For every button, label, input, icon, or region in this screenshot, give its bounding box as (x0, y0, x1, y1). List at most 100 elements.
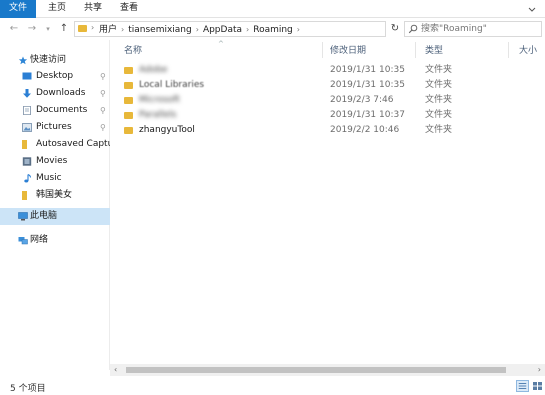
search-placeholder: 搜索"Roaming" (421, 24, 487, 34)
file-date: 2019/2/2 10:46 (330, 125, 400, 135)
refresh-button[interactable]: ↻ (388, 21, 402, 37)
navigation-pane: 快速访问 Desktop ⚲ Downloads ⚲ Documents ⚲ P… (0, 40, 110, 370)
file-type: 文件夹 (425, 80, 453, 90)
column-divider[interactable] (322, 42, 323, 58)
folder-icon (124, 127, 133, 134)
chevron-right-icon[interactable]: › (297, 25, 300, 34)
folder-icon (78, 25, 87, 32)
details-view-icon[interactable] (516, 380, 529, 392)
nav-item-music[interactable]: Music (0, 170, 110, 187)
nav-item-autosaved-captures[interactable]: Autosaved Captures (0, 136, 110, 153)
nav-item-label: Movies (36, 156, 68, 166)
large-icons-view-icon[interactable] (531, 380, 544, 392)
column-size[interactable]: 大小 (519, 43, 537, 56)
nav-item-label: Pictures (36, 122, 72, 132)
file-date: 2019/2/3 7:46 (330, 95, 394, 105)
list-item[interactable]: Microsoft 2019/2/3 7:46 文件夹 (110, 93, 545, 108)
file-type: 文件夹 (425, 95, 453, 105)
nav-this-pc-label: 此电脑 (30, 211, 58, 221)
column-divider[interactable] (415, 42, 416, 58)
pictures-icon (22, 123, 32, 132)
column-divider[interactable] (508, 42, 509, 58)
address-bar[interactable]: › 用户›tiansemixiang›AppData›Roaming› ▾ (74, 21, 451, 37)
sort-up-icon: ^ (218, 40, 224, 48)
tab-view[interactable]: 查看 (116, 0, 142, 18)
chevron-right-icon[interactable]: › (196, 25, 199, 34)
column-type[interactable]: 类型 (425, 43, 443, 56)
search-input[interactable]: 搜索"Roaming" (404, 21, 542, 37)
nav-network[interactable]: 网络 (0, 232, 110, 249)
file-date: 2019/1/31 10:37 (330, 110, 405, 120)
breadcrumb-roaming[interactable]: Roaming (253, 25, 293, 35)
nav-this-pc[interactable]: 此电脑 (0, 208, 110, 225)
scrollbar-thumb[interactable] (126, 367, 506, 373)
folder-icon (124, 82, 133, 89)
file-name: Adobe (139, 65, 168, 75)
desktop-icon (22, 72, 32, 80)
column-date[interactable]: 修改日期 (330, 43, 366, 56)
list-item[interactable]: zhangyuTool 2019/2/2 10:46 文件夹 (110, 123, 545, 138)
scroll-left-icon[interactable]: ‹ (114, 365, 117, 374)
column-header: ^ 名称 修改日期 类型 大小 (110, 40, 545, 60)
nav-item-downloads[interactable]: Downloads ⚲ (0, 85, 110, 102)
pin-icon[interactable]: ⚲ (100, 85, 106, 102)
breadcrumb-user[interactable]: tiansemixiang (128, 25, 192, 35)
file-name: Parallels (139, 110, 177, 120)
column-name[interactable]: 名称 (124, 43, 142, 56)
network-icon (18, 237, 28, 245)
breadcrumb: 用户 › tiansemixiang › AppData › Roaming › (99, 23, 304, 37)
tab-share[interactable]: 共享 (80, 0, 106, 18)
tab-file[interactable]: 文件 (0, 0, 36, 18)
documents-icon (23, 106, 31, 115)
list-item[interactable]: Parallels 2019/1/31 10:37 文件夹 (110, 108, 545, 123)
nav-item-pictures[interactable]: Pictures ⚲ (0, 119, 110, 136)
ribbon: 文件 主页 共享 查看 (0, 0, 545, 18)
nav-quick-access[interactable]: 快速访问 (0, 52, 110, 69)
list-item[interactable]: Adobe 2019/1/31 10:35 文件夹 (110, 63, 545, 78)
list-item[interactable]: Local Libraries 2019/1/31 10:35 文件夹 (110, 78, 545, 93)
breadcrumb-appdata[interactable]: AppData (203, 25, 242, 35)
nav-item-movies[interactable]: Movies (0, 153, 110, 170)
nav-item-documents[interactable]: Documents ⚲ (0, 102, 110, 119)
chevron-right-icon[interactable]: › (121, 25, 124, 34)
expand-ribbon-icon[interactable] (527, 4, 537, 14)
chevron-right-icon[interactable]: › (91, 23, 94, 32)
nav-item-korean-beauty[interactable]: 韩国美女 (0, 187, 110, 204)
folder-icon (124, 112, 133, 119)
file-type: 文件夹 (425, 125, 453, 135)
file-type: 文件夹 (425, 110, 453, 120)
status-bar: 5 个项目 (0, 378, 545, 395)
pin-icon[interactable]: ⚲ (100, 119, 106, 136)
search-icon (408, 24, 418, 34)
music-icon (24, 174, 31, 183)
file-date: 2019/1/31 10:35 (330, 65, 405, 75)
file-name: zhangyuTool (139, 125, 195, 135)
breadcrumb-users[interactable]: 用户 (99, 25, 117, 35)
pin-icon[interactable]: ⚲ (100, 68, 106, 85)
file-list: Adobe 2019/1/31 10:35 文件夹 Local Librarie… (110, 60, 545, 360)
tab-home[interactable]: 主页 (44, 0, 70, 18)
forward-button[interactable]: → (26, 22, 38, 36)
up-button[interactable]: ↑ (58, 22, 70, 36)
file-name: Local Libraries (139, 80, 205, 90)
folder-icon (22, 140, 27, 149)
file-date: 2019/1/31 10:35 (330, 80, 405, 90)
file-type: 文件夹 (425, 65, 453, 75)
nav-item-label: Desktop (36, 71, 74, 81)
movies-icon (22, 157, 32, 166)
folder-icon (22, 191, 27, 200)
nav-item-desktop[interactable]: Desktop ⚲ (0, 68, 110, 85)
nav-item-label: Downloads (36, 88, 86, 98)
folder-icon (124, 97, 133, 104)
scroll-right-icon[interactable]: › (538, 365, 541, 374)
horizontal-scrollbar[interactable]: ‹ › (110, 364, 545, 376)
nav-item-label: 韩国美女 (36, 190, 73, 200)
nav-quick-access-label: 快速访问 (30, 55, 67, 65)
nav-item-label: Music (36, 173, 62, 183)
recent-locations-button[interactable]: ▾ (42, 22, 54, 36)
nav-item-label: Documents (36, 105, 88, 115)
pin-icon[interactable]: ⚲ (100, 102, 106, 119)
download-icon (23, 89, 31, 98)
chevron-right-icon[interactable]: › (246, 25, 249, 34)
back-button[interactable]: ← (8, 22, 20, 36)
